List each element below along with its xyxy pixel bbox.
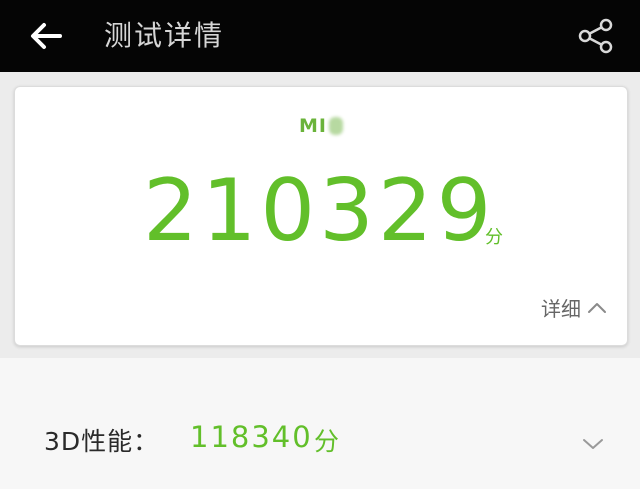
score-row: 210329 分	[15, 161, 627, 261]
app-screen: 测试详情 MI 210329 分 详细 3D性能： 118340 分	[0, 0, 640, 489]
device-name-obscured	[328, 117, 343, 135]
total-score-card: MI 210329 分 详细	[14, 86, 628, 346]
total-score-value: 210329	[143, 161, 496, 261]
top-app-bar: 测试详情	[0, 0, 640, 72]
performance-value: 118340	[190, 420, 313, 454]
total-score-unit: 分	[485, 227, 503, 248]
chevron-down-icon	[582, 436, 604, 455]
share-button[interactable]	[572, 12, 620, 60]
chevron-up-icon	[587, 301, 607, 315]
device-name: MI	[299, 115, 327, 137]
performance-unit: 分	[314, 427, 340, 456]
list-item-3d-performance[interactable]: 3D性能： 118340 分	[0, 410, 640, 470]
details-toggle-button[interactable]: 详细	[541, 293, 607, 322]
performance-label: 3D性能：	[44, 427, 160, 456]
device-row: MI	[15, 115, 627, 137]
back-button[interactable]	[24, 14, 68, 58]
details-label: 详细	[541, 297, 581, 321]
arrow-left-icon	[31, 23, 62, 49]
page-title: 测试详情	[104, 19, 225, 52]
share-icon	[578, 18, 613, 54]
